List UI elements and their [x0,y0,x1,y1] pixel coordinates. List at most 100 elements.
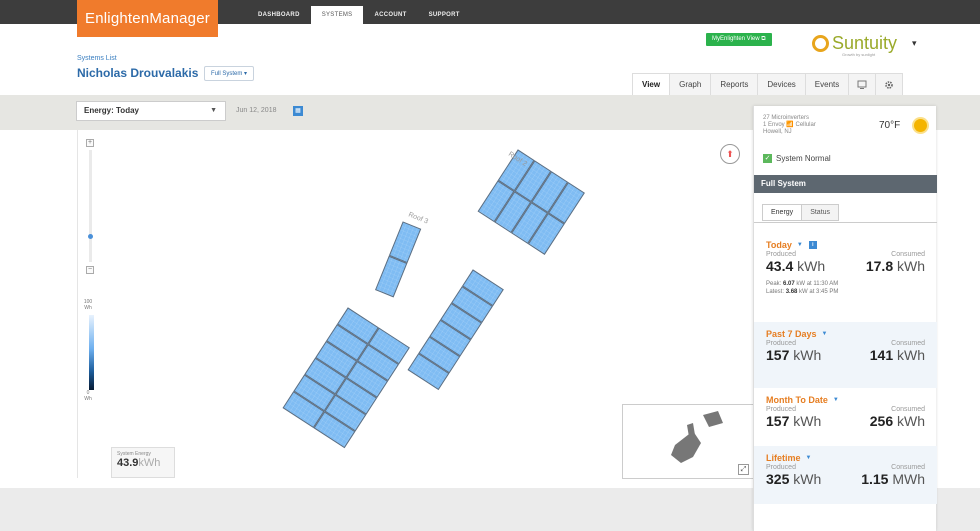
selected-date: Jun 12, 2018 [236,107,277,114]
chevron-down-icon[interactable]: ▼ [833,397,839,403]
energy-section-today: Today ▼ i Produced Consumed 43.4 kWh 17.… [754,240,937,296]
latest-prefix: Latest: [766,289,785,295]
chevron-down-icon[interactable]: ▼ [797,242,803,248]
account-menu-caret[interactable]: ▾ [912,38,917,49]
produced-label: Produced [766,340,796,347]
check-icon: ✓ [763,154,772,163]
temperature: 70°F [879,120,901,131]
zoom-out-button[interactable]: − [86,266,94,274]
label-row: Produced Consumed [766,406,925,413]
consumed-unit: kWh [897,347,925,363]
produced-value: 43.4 kWh [766,258,825,274]
breadcrumb-systems-list[interactable]: Systems List [77,55,117,62]
zoom-slider-handle[interactable] [88,234,93,239]
produced-label: Produced [766,464,796,471]
sun-weather-icon [914,119,927,132]
info-icon[interactable]: i [808,241,817,249]
peak-latest-info: Peak: 6.07 kW at 11:30 AM Latest: 3.68 k… [766,280,925,296]
section-title-text: Lifetime [766,453,801,463]
panel-tabs: Energy Status [762,204,840,221]
roof-1-array-column [407,269,504,391]
roof-3-label: Roof 3 [407,211,429,225]
produced-number: 43.4 [766,258,794,274]
consumed-value: 17.8 kWh [866,258,925,274]
energy-section-lifetime: Lifetime ▼ Produced Consumed 325 kWh 1.1… [754,446,937,504]
system-energy-value: 43.9kWh [117,457,169,469]
my-enlighten-view-button[interactable]: MyEnlighten View ⧉ [706,33,772,46]
suntuity-tagline: Growth by sunlight [842,52,876,57]
produced-label: Produced [766,251,796,258]
consumed-number: 17.8 [865,258,894,274]
system-location: Howell, NJ [763,129,792,135]
overview-minimap[interactable] [622,404,754,479]
section-title[interactable]: Month To Date ▼ [766,395,925,405]
section-title-text: Today [766,240,792,250]
legend-max-unit: Wh [84,305,92,311]
latest-suffix: kW at 3:45 PM [799,289,839,295]
produced-number: 325 [766,471,790,487]
main-nav: DASHBOARD SYSTEMS ACCOUNT SUPPORT [247,6,471,24]
value-row: 43.4 kWh 17.8 kWh [766,258,925,274]
tab-view[interactable]: View [632,73,671,95]
tab-devices[interactable]: Devices [757,73,806,95]
panel-tabs-divider [754,222,937,223]
tab-graph[interactable]: Graph [669,73,712,95]
nav-tab-dashboard[interactable]: DASHBOARD [247,6,311,24]
tab-status[interactable]: Status [801,204,840,221]
tab-energy[interactable]: Energy [762,204,803,221]
compass-icon[interactable]: ⬆ [720,144,740,164]
roof-2-array [477,149,585,255]
consumed-unit: kWh [897,258,925,274]
label-row: Produced Consumed [766,251,925,258]
monitor-icon[interactable] [848,73,877,95]
produced-value: 157 kWh [766,347,821,363]
envoy-connection: 1 Envoy 📶 Cellular [763,122,816,128]
system-selector-dropdown[interactable]: Full System ▾ [204,66,255,81]
panel-header: Full System [754,175,937,193]
roof-1-array-block [282,307,410,449]
legend-min-label: 0 Wh [82,390,94,402]
nav-tab-systems[interactable]: SYSTEMS [310,6,364,24]
peak-line: Peak: 6.07 kW at 11:30 AM [766,280,925,288]
chevron-down-icon[interactable]: ▼ [822,331,828,337]
peak-suffix: kW at 11:30 AM [796,281,839,287]
energy-period-value: Energy: Today [84,106,139,115]
value-row: 325 kWh 1.15 MWh [766,471,925,487]
enlighten-logo[interactable]: EnlightenManager [77,0,218,37]
nav-tab-account[interactable]: ACCOUNT [363,6,417,24]
section-title-text: Past 7 Days [766,329,817,339]
gear-icon[interactable] [875,73,904,95]
label-row: Produced Consumed [766,464,925,471]
system-energy-unit: kWh [138,457,161,469]
produced-number: 157 [766,347,790,363]
energy-period-select[interactable]: Energy: Today ▼ [76,101,226,121]
chevron-down-icon[interactable]: ▼ [806,455,812,461]
tab-events[interactable]: Events [804,73,850,95]
solar-panel[interactable] [388,221,422,264]
produced-unit: kWh [793,413,822,429]
minimap-roof-shapes [671,411,723,463]
section-title[interactable]: Past 7 Days ▼ [766,329,925,339]
produced-unit: kWh [793,347,822,363]
label-row: Produced Consumed [766,340,925,347]
section-title[interactable]: Lifetime ▼ [766,453,925,463]
expand-map-icon[interactable]: ⤢ [738,464,749,475]
nav-tab-support[interactable]: SUPPORT [418,6,471,24]
microinverter-count: 27 Microinverters [763,115,810,121]
system-status-text: System Normal [776,154,831,163]
suntuity-sun-icon [812,35,829,52]
tab-reports[interactable]: Reports [710,73,759,95]
system-energy-number: 43.9 [117,457,139,469]
consumed-label: Consumed [891,406,925,413]
produced-value: 325 kWh [766,471,821,487]
consumed-unit: MWh [892,471,925,487]
roof-3-array [375,221,422,298]
calendar-icon[interactable]: ▦ [293,106,303,116]
produced-label: Produced [766,406,796,413]
solar-panel[interactable] [375,255,408,298]
zoom-in-button[interactable]: + [86,139,94,147]
zoom-slider-track[interactable] [89,150,92,262]
produced-value: 157 kWh [766,413,821,429]
consumed-number: 1.15 [861,471,889,487]
section-title[interactable]: Today ▼ i [766,240,925,250]
